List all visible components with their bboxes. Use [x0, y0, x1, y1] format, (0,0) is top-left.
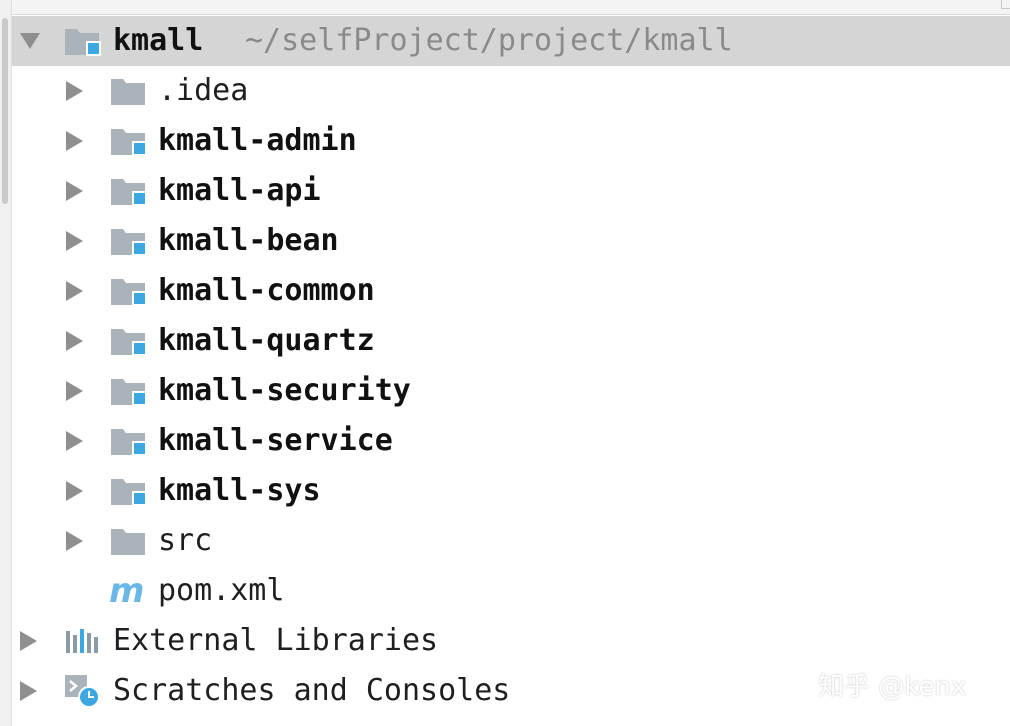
collapsed-arrow-icon[interactable] [60, 516, 88, 566]
module-folder-icon [108, 366, 148, 416]
tree-row-src[interactable]: src [12, 516, 1010, 566]
collapsed-arrow-icon[interactable] [60, 316, 88, 366]
collapsed-arrow-icon[interactable] [60, 366, 88, 416]
collapsed-arrow-icon[interactable] [14, 666, 42, 716]
project-path: ~/selfProject/project/kmall [245, 23, 733, 58]
tree-item-label: src [158, 523, 213, 558]
tree-item-label: kmall-api [158, 173, 321, 208]
folder-icon [108, 516, 148, 566]
module-folder-icon [108, 266, 148, 316]
tree-item-label: kmall-security [158, 373, 411, 408]
corner-notch [1001, 0, 1010, 9]
scratches-label: Scratches and Consoles [113, 673, 511, 708]
tree-row-kmall-quartz[interactable]: kmall-quartz [12, 316, 1010, 366]
collapsed-arrow-icon[interactable] [60, 116, 88, 166]
module-folder-icon [108, 166, 148, 216]
tree-item-label: kmall-service [158, 423, 393, 458]
tree-item-label: kmall-quartz [158, 323, 375, 358]
module-folder-icon [62, 16, 102, 66]
tree-row-kmall-common[interactable]: kmall-common [12, 266, 1010, 316]
tree-row-external-libraries[interactable]: External Libraries [12, 616, 1010, 666]
vertical-scrollbar-thumb[interactable] [2, 18, 8, 204]
project-name: kmall [113, 23, 204, 58]
svg-text:m: m [109, 574, 144, 608]
module-folder-icon [108, 316, 148, 366]
tree-row-project-root[interactable]: kmall ~/selfProject/project/kmall [12, 16, 1010, 66]
collapsed-arrow-icon[interactable] [60, 66, 88, 116]
collapsed-arrow-icon[interactable] [60, 166, 88, 216]
tree-row-kmall-sys[interactable]: kmall-sys [12, 466, 1010, 516]
external-libraries-label: External Libraries [113, 623, 439, 658]
tree-row-kmall-bean[interactable]: kmall-bean [12, 216, 1010, 266]
project-children: .idea kmall-admin kmall-api kmall-bean kmall… [12, 66, 1010, 616]
tree-row-kmall-service[interactable]: kmall-service [12, 416, 1010, 466]
tree-item-label: kmall-common [158, 273, 375, 308]
tree-item-label: kmall-bean [158, 223, 339, 258]
collapsed-arrow-icon[interactable] [60, 416, 88, 466]
tree-item-label: kmall-admin [158, 123, 357, 158]
collapsed-arrow-icon[interactable] [60, 266, 88, 316]
module-folder-icon [108, 116, 148, 166]
tree-item-label: kmall-sys [158, 473, 321, 508]
scratches-icon [62, 666, 102, 716]
collapsed-arrow-icon[interactable] [14, 616, 42, 666]
window-top-strip [0, 0, 1010, 15]
module-folder-icon [108, 416, 148, 466]
external-libraries-icon [62, 616, 102, 666]
tree-item-label: .idea [158, 73, 249, 108]
maven-file-icon: m [108, 566, 148, 616]
expanded-arrow-icon[interactable] [16, 16, 44, 66]
folder-icon [108, 66, 148, 116]
module-folder-icon [108, 466, 148, 516]
watermark-text: 知乎 @kenx [818, 672, 967, 702]
collapsed-arrow-icon[interactable] [60, 216, 88, 266]
tree-row-kmall-security[interactable]: kmall-security [12, 366, 1010, 416]
tree-row-idea[interactable]: .idea [12, 66, 1010, 116]
collapsed-arrow-icon[interactable] [60, 466, 88, 516]
tree-item-label: pom.xml [158, 573, 285, 608]
project-tree: kmall ~/selfProject/project/kmall .idea k… [12, 16, 1010, 716]
left-gutter [0, 0, 12, 726]
tree-row-kmall-admin[interactable]: kmall-admin [12, 116, 1010, 166]
tree-row-pom-xml[interactable]: m pom.xml [12, 566, 1010, 616]
tree-row-kmall-api[interactable]: kmall-api [12, 166, 1010, 216]
module-folder-icon [108, 216, 148, 266]
